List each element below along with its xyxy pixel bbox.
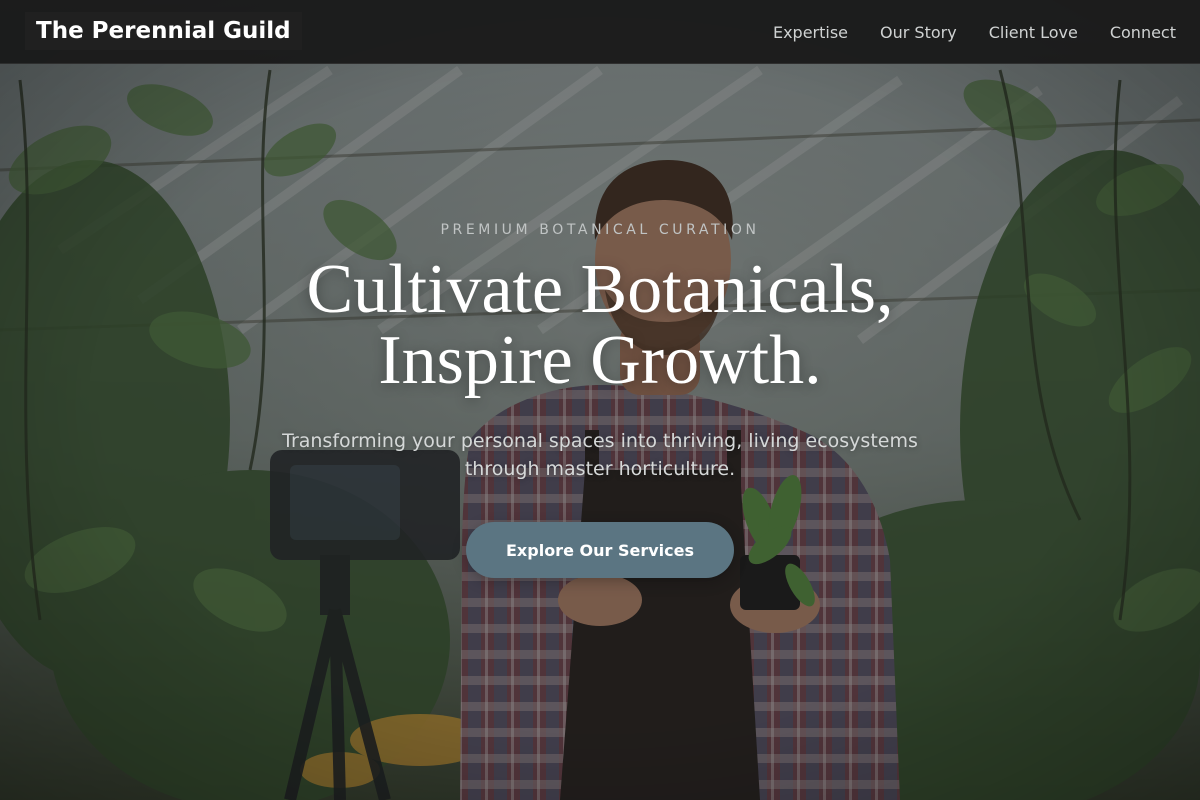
hero-subtitle: Transforming your personal spaces into t… bbox=[282, 430, 918, 480]
explore-services-button[interactable]: Explore Our Services bbox=[466, 522, 734, 578]
hero-section: PREMIUM BOTANICAL CURATION Cultivate Bot… bbox=[0, 0, 1200, 800]
hero-headline-line-1: Cultivate Botanicals, bbox=[306, 251, 894, 328]
landing-page: The Perennial Guild Expertise Our Story … bbox=[0, 0, 1200, 800]
hero-headline: Cultivate Botanicals, Inspire Growth. bbox=[0, 254, 1200, 396]
hero-headline-line-2: Inspire Growth. bbox=[378, 322, 822, 399]
hero-eyebrow: PREMIUM BOTANICAL CURATION bbox=[440, 222, 760, 238]
